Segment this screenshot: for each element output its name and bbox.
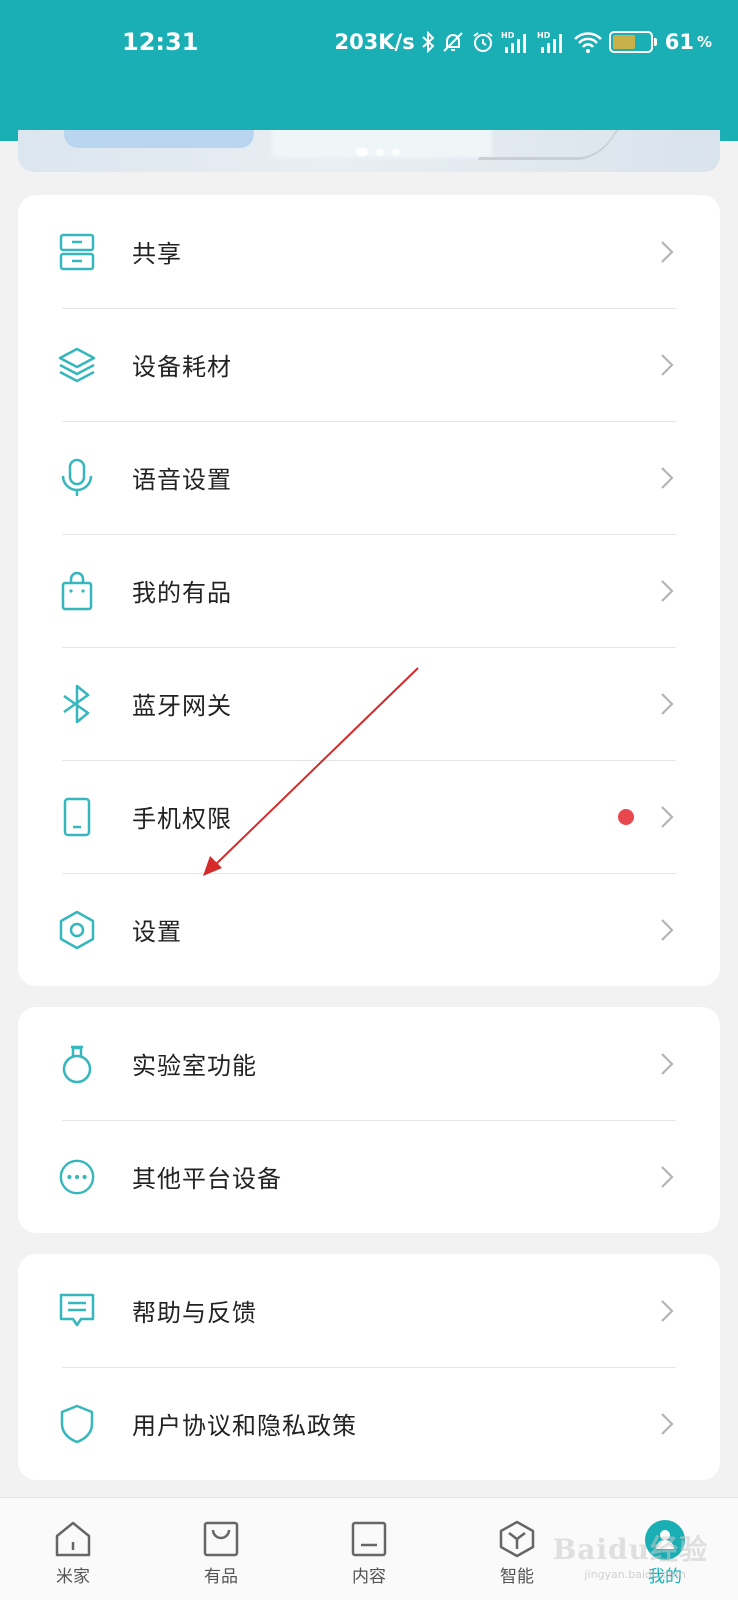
chevron-right-icon [661, 466, 674, 489]
menu-item-label: 实验室功能 [132, 1052, 257, 1080]
network-speed: 203K/s [334, 30, 415, 54]
banner-pagination [356, 148, 400, 156]
bluetooth-icon [58, 683, 96, 725]
banner-device-image [477, 130, 619, 160]
mute-bell-icon [441, 30, 465, 54]
chevron-right-icon [661, 918, 674, 941]
menu-item-user-agreement-privacy[interactable]: 用户协议和隐私政策 [18, 1367, 720, 1480]
hd-signal-icon: HD [501, 30, 531, 54]
menu-item-voice-settings[interactable]: 语音设置 [18, 421, 720, 534]
menu-item-lab-features[interactable]: 实验室功能 [18, 1007, 720, 1120]
chevron-right-icon [661, 1299, 674, 1322]
chevron-right-icon [661, 1412, 674, 1435]
chevron-right-icon [661, 805, 674, 828]
bluetooth-icon [421, 31, 435, 53]
tab-label: 智能 [500, 1567, 534, 1587]
promo-banner[interactable] [18, 130, 720, 172]
battery-percent-sign: % [696, 33, 712, 51]
wifi-icon [573, 30, 603, 54]
chevron-right-icon [661, 1165, 674, 1188]
banner-pill [64, 130, 254, 148]
status-time: 12:31 [122, 28, 199, 56]
shield-icon [58, 1403, 96, 1445]
menu-item-label: 其他平台设备 [132, 1165, 282, 1193]
battery-percent: 61 [664, 30, 694, 54]
hexagon-settings-icon [58, 909, 96, 951]
status-indicators: 203K/s HD HD 61% [334, 26, 712, 58]
tab-content[interactable]: 内容 [314, 1498, 424, 1600]
chevron-right-icon [661, 692, 674, 715]
feedback-icon [58, 1290, 96, 1332]
menu-item-label: 设备耗材 [132, 353, 232, 381]
chevron-right-icon [661, 1052, 674, 1075]
pagination-dot [356, 148, 368, 156]
pagination-dot [376, 148, 384, 156]
menu-item-device-consumables[interactable]: 设备耗材 [18, 308, 720, 421]
alarm-icon [471, 30, 495, 54]
pagination-dot [392, 148, 400, 156]
menu-item-label: 手机权限 [132, 805, 232, 833]
menu-card-secondary: 实验室功能 其他平台设备 [18, 1007, 720, 1233]
tab-label: 内容 [352, 1567, 386, 1587]
menu-card-primary: 共享 设备耗材 语音设置 我的有品 蓝牙网关 手机权限 设置 [18, 195, 720, 986]
menu-item-label: 帮助与反馈 [132, 1299, 257, 1327]
menu-item-bluetooth-gateway[interactable]: 蓝牙网关 [18, 647, 720, 760]
svg-text:HD: HD [501, 31, 515, 40]
menu-item-label: 用户协议和隐私政策 [132, 1412, 357, 1440]
chevron-right-icon [661, 240, 674, 263]
svg-text:HD: HD [537, 31, 551, 40]
menu-item-label: 共享 [132, 240, 182, 268]
menu-item-share[interactable]: 共享 [18, 195, 720, 308]
chevron-right-icon [661, 579, 674, 602]
battery-icon [608, 31, 657, 53]
layers-icon [58, 344, 96, 386]
baidu-watermark-url: jingyan.baidu.com [584, 1568, 686, 1581]
tab-label: 米家 [56, 1567, 90, 1587]
home-icon [55, 1521, 91, 1557]
microphone-icon [58, 457, 96, 499]
bag-icon [203, 1521, 239, 1557]
share-drawer-icon [58, 231, 96, 273]
tab-label: 有品 [204, 1567, 238, 1587]
shopping-bag-icon [58, 570, 96, 612]
menu-item-other-platform-devices[interactable]: 其他平台设备 [18, 1120, 720, 1233]
menu-item-label: 语音设置 [132, 466, 232, 494]
phone-icon [58, 796, 96, 838]
menu-item-phone-permissions[interactable]: 手机权限 [18, 760, 720, 873]
menu-item-my-youpin[interactable]: 我的有品 [18, 534, 720, 647]
notification-dot [618, 808, 634, 825]
menu-card-help: 帮助与反馈 用户协议和隐私政策 [18, 1254, 720, 1480]
hd-signal-icon: HD [537, 30, 567, 54]
chevron-right-icon [661, 353, 674, 376]
content-icon [351, 1521, 387, 1557]
baidu-watermark: Baidu经验 [552, 1533, 708, 1566]
more-dots-icon [58, 1156, 96, 1198]
menu-item-label: 蓝牙网关 [132, 692, 232, 720]
flask-icon [58, 1043, 96, 1085]
menu-item-label: 设置 [132, 918, 182, 946]
menu-item-label: 我的有品 [132, 579, 232, 607]
menu-item-help-feedback[interactable]: 帮助与反馈 [18, 1254, 720, 1367]
status-bar: 12:31 203K/s HD HD 61% [0, 0, 738, 141]
cube-icon [499, 1520, 535, 1558]
tab-youpin[interactable]: 有品 [166, 1498, 276, 1600]
menu-item-settings[interactable]: 设置 [18, 873, 720, 986]
tab-mijia[interactable]: 米家 [18, 1498, 128, 1600]
